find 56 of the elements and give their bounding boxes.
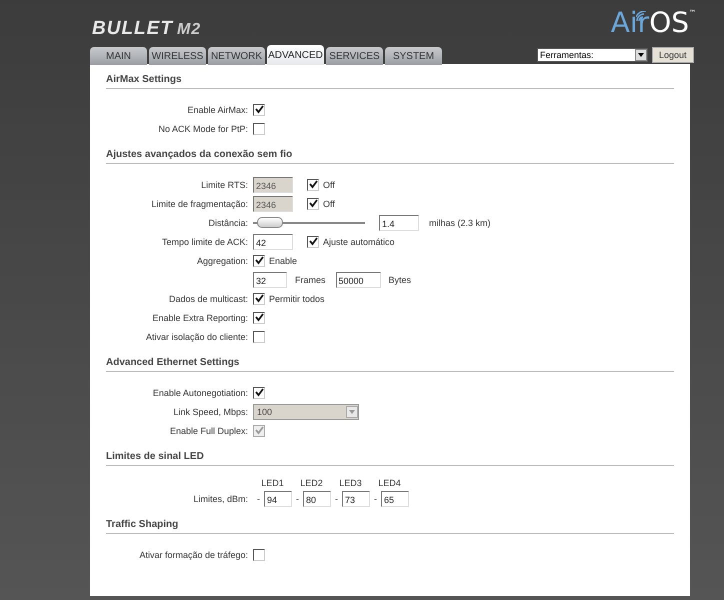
unit-label: milhas (2.3 km) — [429, 218, 491, 228]
checkbox-label: Off — [323, 180, 335, 190]
field-label: Enable Full Duplex: — [168, 426, 249, 436]
field-label: Ativar formação de tráfego: — [138, 550, 249, 560]
field-label: Distância: — [207, 218, 249, 228]
section-heading: Traffic Shaping — [106, 517, 674, 534]
section-heading: Advanced Ethernet Settings — [106, 355, 674, 372]
tab[interactable]: SERVICES — [326, 47, 383, 65]
input-field[interactable]: 42 — [253, 234, 293, 250]
field-label: Link Speed, Mbps: — [172, 406, 249, 416]
field-label: Limites, dBm: — [192, 494, 249, 506]
input-field[interactable]: 65 — [381, 491, 409, 507]
field-label: Aggregation: — [196, 256, 249, 266]
product-logo: BULLET — [92, 18, 173, 40]
column-heading: LED3 — [338, 478, 363, 488]
field-label: No ACK Mode for PtP: — [157, 124, 249, 134]
unit-label: Frames — [295, 274, 326, 284]
tab[interactable]: SYSTEM — [385, 47, 442, 65]
field-label: Enable AirMax: — [186, 104, 249, 114]
brand-logo: Air — [610, 6, 650, 39]
tab[interactable]: MAIN — [90, 47, 147, 65]
field-label: Enable Extra Reporting: — [151, 312, 249, 322]
section-heading: Ajustes avançados da conexão sem fio — [106, 147, 674, 164]
minus-sign: - — [373, 494, 378, 504]
minus-sign: - — [334, 494, 339, 504]
field-label: Dados de multicast: — [168, 294, 249, 304]
model-label: M2 — [176, 21, 202, 39]
tools-dropdown[interactable]: Ferramentas: — [537, 48, 648, 62]
logout-button[interactable]: Logout — [652, 47, 694, 63]
tab[interactable]: ADVANCED — [267, 45, 324, 65]
field-label: Enable Autonegotiation: — [152, 388, 249, 398]
input-field[interactable]: 94 — [264, 491, 292, 507]
checkbox-label: Ajuste automático — [323, 236, 395, 246]
field-label: Tempo limite de ACK: — [160, 236, 249, 246]
input-field[interactable]: 80 — [303, 491, 331, 507]
input-field[interactable]: 73 — [342, 491, 370, 507]
brand-logo: OS — [649, 6, 689, 39]
minus-sign: - — [295, 494, 300, 504]
input-field[interactable]: 1.4 — [379, 214, 419, 230]
field-label: Limite RTS: — [200, 180, 249, 190]
section-heading: AirMax Settings — [106, 72, 674, 89]
field-label: Limite de fragmentação: — [150, 198, 249, 208]
checkbox-label: Permitir todos — [269, 294, 325, 304]
minus-sign: - — [256, 494, 261, 504]
checkbox-label: Off — [323, 198, 335, 208]
tab[interactable]: NETWORK — [208, 47, 265, 65]
column-heading: LED1 — [260, 478, 285, 488]
unit-label: Bytes — [388, 274, 412, 284]
input-field[interactable]: 50000 — [336, 272, 381, 288]
section-heading: Limites de sinal LED — [106, 449, 674, 466]
field-label: Ativar isolação do cliente: — [144, 332, 249, 342]
column-heading: LED2 — [299, 478, 324, 488]
checkbox-label: Enable — [269, 256, 298, 266]
tab[interactable]: WIRELESS — [149, 47, 206, 65]
column-heading: LED4 — [377, 478, 402, 488]
input-field[interactable]: 32 — [253, 272, 287, 288]
